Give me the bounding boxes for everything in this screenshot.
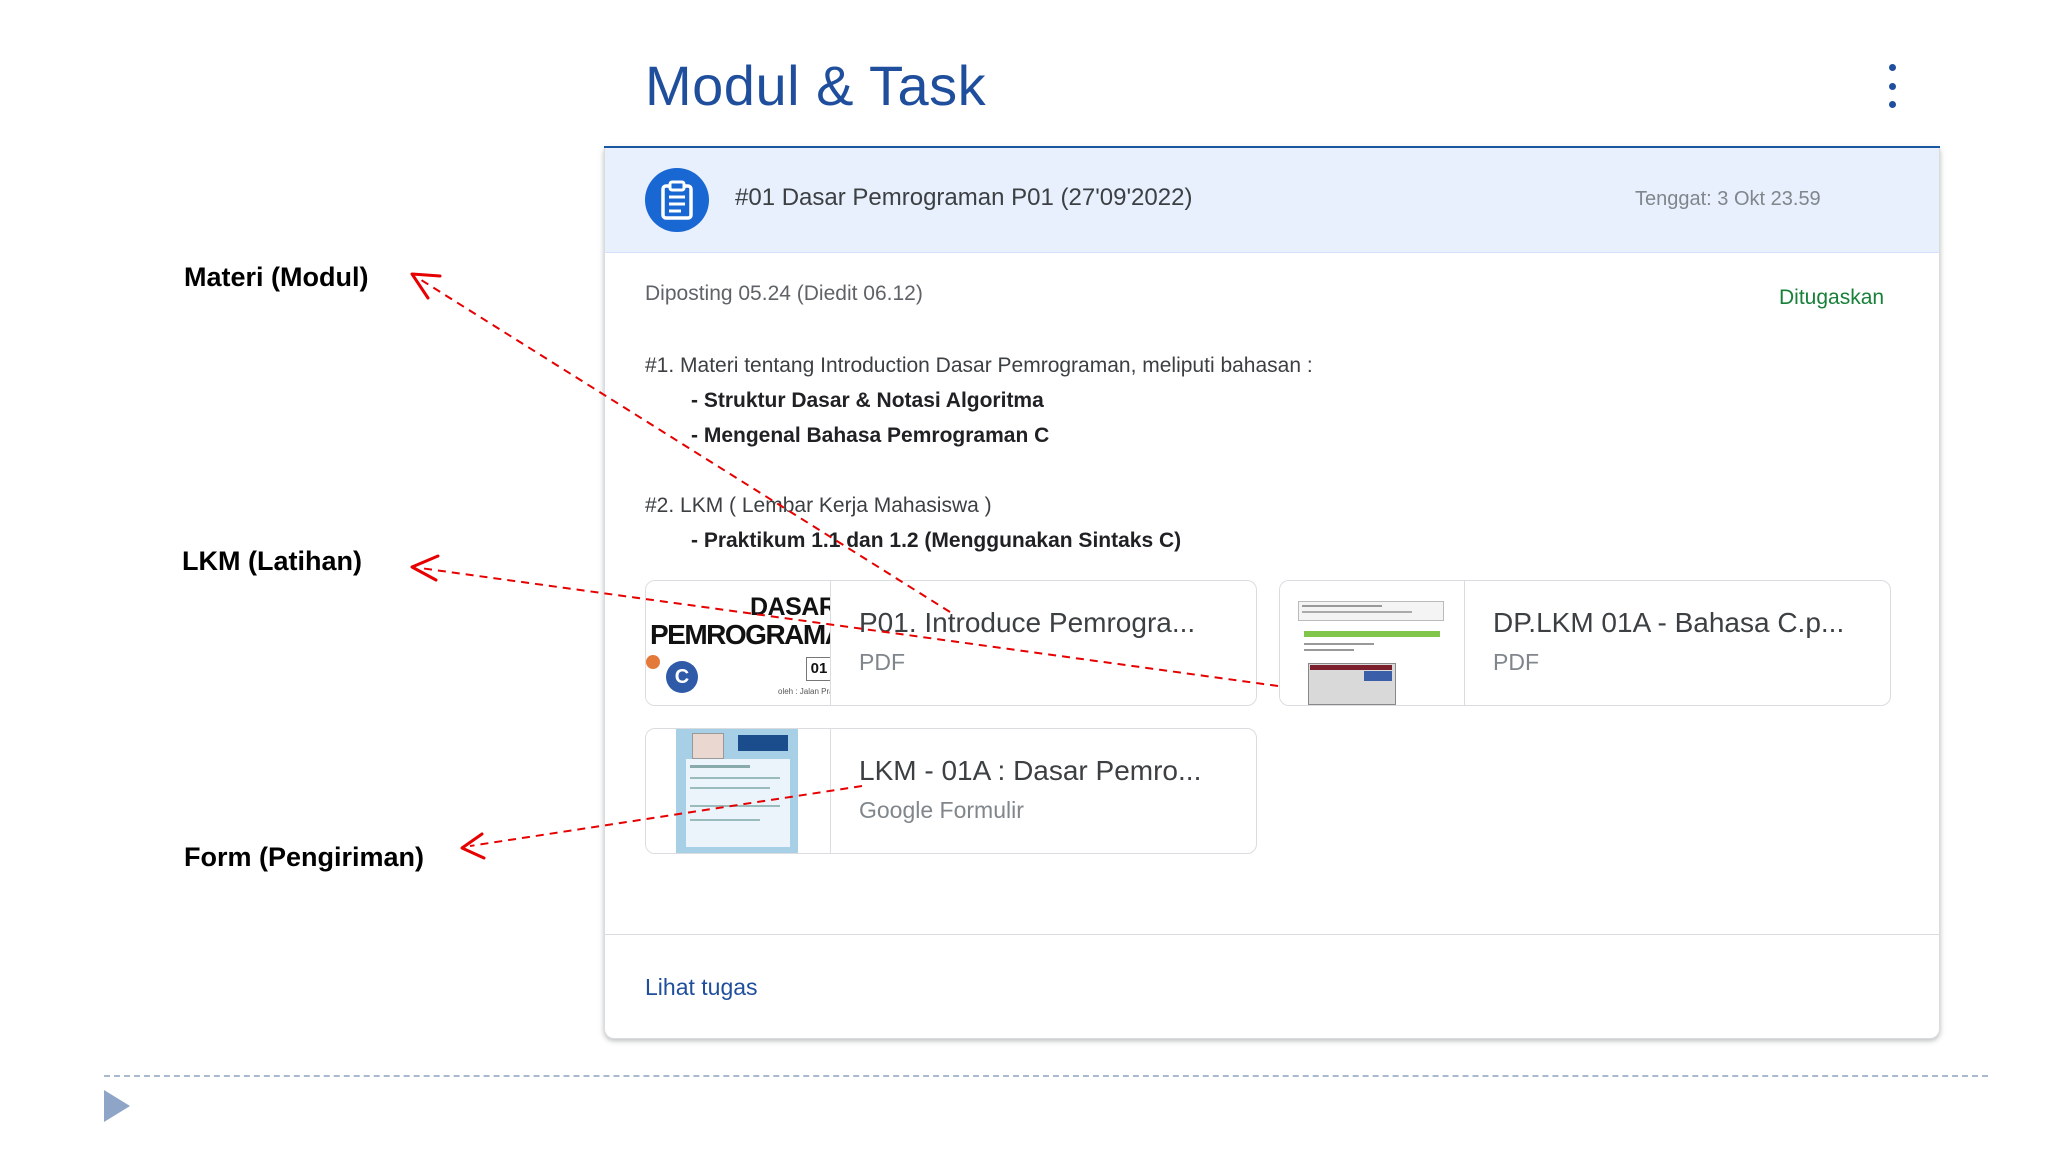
thumbnail-text: PEMROGRAMAN	[650, 619, 830, 650]
view-assignment-link[interactable]: Lihat tugas	[645, 974, 758, 1001]
card-header[interactable]: #01 Dasar Pemrograman P01 (27'09'2022) T…	[605, 148, 1939, 253]
play-icon	[104, 1090, 130, 1122]
attachment-type: PDF	[859, 649, 905, 675]
attachment-card-pdf-modul[interactable]: DASAR PEMROGRAMAN C 01 oleh : Jalan Prat…	[645, 580, 1257, 706]
thumbnail-footer: oleh : Jalan Pratama	[778, 687, 830, 696]
annotation-form-label: Form (Pengiriman)	[184, 842, 425, 872]
description-bullet: - Mengenal Bahasa Pemrograman C	[691, 424, 1050, 447]
annotation-lkm-label: LKM (Latihan)	[182, 546, 362, 576]
pdf-thumbnail	[1280, 581, 1465, 705]
posted-info: Diposting 05.24 (Diedit 06.12)	[645, 282, 923, 305]
attachment-name[interactable]: DP.LKM 01A - Bahasa C.p...	[1493, 607, 1844, 639]
description-bullet: - Struktur Dasar & Notasi Algoritma	[691, 389, 1044, 412]
arrowhead-materi	[410, 272, 442, 300]
arrowhead-lkm	[410, 554, 440, 582]
attachment-name[interactable]: LKM - 01A : Dasar Pemro...	[859, 755, 1201, 787]
assignment-title[interactable]: #01 Dasar Pemrograman P01 (27'09'2022)	[735, 184, 1192, 212]
attachment-name[interactable]: P01. Introduce Pemrogra...	[859, 607, 1195, 639]
description-line: #1. Materi tentang Introduction Dasar Pe…	[645, 354, 1313, 377]
status-badge: Ditugaskan	[1779, 286, 1885, 309]
assignment-description: #1. Materi tentang Introduction Dasar Pe…	[645, 348, 1895, 558]
thumbnail-text: DASAR	[750, 593, 831, 621]
pdf-thumbnail: DASAR PEMROGRAMAN C 01 oleh : Jalan Prat…	[646, 581, 831, 705]
attachment-type: PDF	[1493, 649, 1539, 675]
arrowhead-form	[460, 832, 486, 860]
form-thumbnail	[646, 729, 831, 853]
thumbnail-number: 01	[806, 657, 830, 681]
attachment-card-pdf-lkm[interactable]: DP.LKM 01A - Bahasa C.p... PDF	[1279, 580, 1891, 706]
page-title: Modul & Task	[645, 54, 987, 117]
footer-divider	[104, 1075, 1988, 1077]
description-bullet: - Praktikum 1.1 dan 1.2 (Menggunakan Sin…	[691, 529, 1182, 552]
assignment-card: #01 Dasar Pemrograman P01 (27'09'2022) T…	[604, 148, 1940, 1039]
card-divider	[605, 934, 1939, 935]
attachment-card-google-form[interactable]: LKM - 01A : Dasar Pemro... Google Formul…	[645, 728, 1257, 854]
attachment-type: Google Formulir	[859, 797, 1024, 823]
more-vert-icon[interactable]	[1880, 64, 1904, 108]
avatar	[692, 733, 724, 759]
c-language-icon: C	[666, 661, 698, 693]
annotation-materi-label: Materi (Modul)	[184, 262, 369, 292]
due-date: Tenggat: 3 Okt 23.59	[1635, 188, 1821, 210]
assignment-icon	[645, 168, 709, 232]
c-logo-icon	[646, 655, 660, 669]
description-line: #2. LKM ( Lembar Kerja Mahasiswa )	[645, 494, 992, 517]
